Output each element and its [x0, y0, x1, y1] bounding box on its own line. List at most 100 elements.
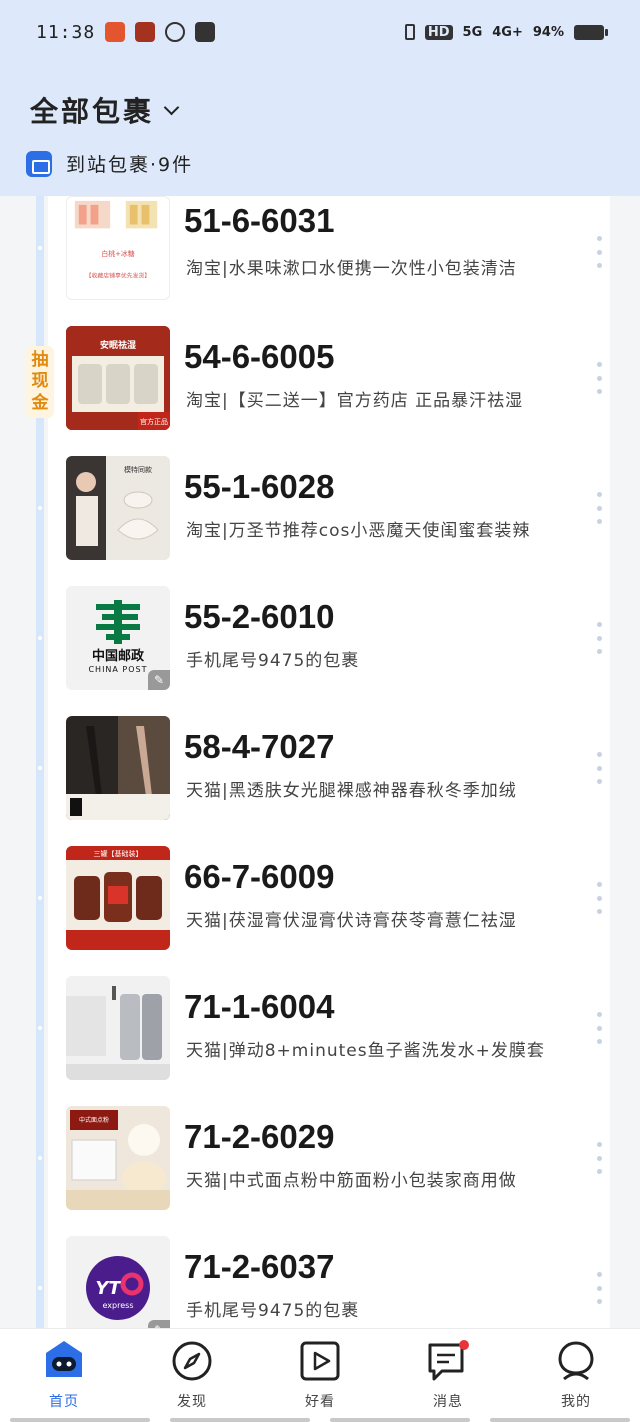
product-thumbnail: 模特同款 [66, 456, 170, 560]
edit-icon[interactable]: ✎ [148, 1320, 170, 1328]
more-icon[interactable] [596, 1012, 602, 1044]
stockings-product-image [66, 716, 170, 820]
compass-icon [172, 1341, 212, 1381]
thumb-caption: express [103, 1301, 134, 1310]
package-item[interactable]: 中式面点粉 71-2-6029 天猫|中式面点粉中筋面粉小包装家商用做 [48, 1106, 610, 1236]
product-thumbnail [66, 976, 170, 1080]
game-notification-icon [135, 22, 156, 42]
package-item[interactable]: 71-1-6004 天猫|弹动8+minutes鱼子酱洗发水+发膜套 [48, 976, 610, 1106]
timeline-dot [38, 1286, 42, 1290]
package-item[interactable]: 58-4-7027 天猫|黑透肤女光腿裸感神器春秋冬季加绒 [48, 716, 610, 846]
thumb-caption: 【收藏店铺享优先发货】 [86, 271, 151, 279]
nav-home[interactable]: 首页 [0, 1339, 128, 1411]
nav-profile-label: 我的 [561, 1394, 591, 1410]
draw-cash-badge[interactable]: 抽现金 [26, 346, 54, 418]
shampoo-product-image [66, 976, 170, 1080]
thumb-caption: CHINA POST [88, 665, 147, 674]
timeline-dot [38, 766, 42, 770]
costume-product-image: 模特同款 [66, 456, 170, 560]
pickup-code: 55-2-6010 [184, 598, 335, 635]
station-count-label: 到站包裹·9件 [66, 154, 194, 176]
nav-messages[interactable]: 消息 [384, 1339, 512, 1411]
status-time: 11:38 [36, 21, 96, 43]
more-icon[interactable] [596, 622, 602, 654]
more-icon[interactable] [596, 362, 602, 394]
weibo-icon [165, 22, 186, 42]
app-notification-icon [105, 22, 126, 42]
package-list-area[interactable]: 白桃+冰糖 【收藏店铺享优先发货】 51-6-6031 淘宝|水果味漱口水便携一… [0, 196, 640, 1328]
timeline-dot [38, 1156, 42, 1160]
5g-indicator: 5G [462, 24, 483, 40]
hd-indicator: HD [424, 24, 453, 40]
package-desc: 天猫|黑透肤女光腿裸感神器春秋冬季加绒 [186, 781, 517, 801]
thumb-caption: 三罐【基础装】 [94, 849, 143, 858]
yto-express-logo-icon: YT express [86, 1256, 150, 1320]
chevron-down-icon [163, 99, 180, 115]
battery-icon [574, 24, 608, 40]
more-icon[interactable] [596, 492, 602, 524]
thumb-caption: 白桃+冰糖 [101, 249, 134, 258]
message-icon [428, 1340, 469, 1381]
nav-watch-label: 好看 [305, 1394, 335, 1410]
package-item[interactable]: 模特同款 55-1-6028 淘宝|万圣节推荐cos小恶魔天使闺蜜套装辣 [48, 456, 610, 586]
more-icon[interactable] [596, 1272, 602, 1304]
edit-icon[interactable]: ✎ [148, 670, 170, 690]
station-icon [26, 150, 52, 177]
svg-text:YT: YT [95, 1278, 122, 1299]
header: 全部包裹 到站包裹·9件 [0, 64, 640, 196]
package-desc: 天猫|弹动8+minutes鱼子酱洗发水+发膜套 [186, 1041, 545, 1061]
timeline-dot [38, 246, 42, 250]
more-icon[interactable] [596, 882, 602, 914]
more-icon[interactable] [596, 752, 602, 784]
vibrate-icon [404, 24, 415, 40]
4g-indicator: 4G+ [492, 24, 523, 40]
more-icon[interactable] [596, 1142, 602, 1174]
package-filter-dropdown[interactable]: 全部包裹 [30, 90, 180, 130]
product-thumbnail [66, 716, 170, 820]
bottom-nav: 首页 发现 好看 消息 我的 [0, 1328, 640, 1422]
package-list: 白桃+冰糖 【收藏店铺享优先发货】 51-6-6031 淘宝|水果味漱口水便携一… [48, 196, 610, 1328]
package-item[interactable]: YT express ✎ 71-2-6037 手机尾号9475的包裹 [48, 1236, 610, 1328]
product-thumbnail: YT express ✎ [66, 1236, 170, 1328]
pickup-code: 71-2-6029 [184, 1118, 335, 1155]
herbal-jar-product-image: 安眠祛湿 官方正品 [66, 326, 170, 430]
flour-product-image: 中式面点粉 [66, 1106, 170, 1210]
more-icon[interactable] [596, 236, 602, 268]
battery-percent: 94% [532, 24, 564, 40]
thumb-caption: 模特同款 [124, 465, 152, 474]
product-thumbnail: 白桃+冰糖 【收藏店铺享优先发货】 [66, 196, 170, 300]
package-item[interactable]: 中国邮政 CHINA POST ✎ 55-2-6010 手机尾号9475的包裹 [48, 586, 610, 716]
timeline-dot [38, 636, 42, 640]
nav-discover[interactable]: 发现 [128, 1339, 256, 1411]
timeline-dot [38, 1026, 42, 1030]
taobao-icon [195, 22, 216, 42]
product-thumbnail: 安眠祛湿 官方正品 [66, 326, 170, 430]
package-item[interactable]: 白桃+冰糖 【收藏店铺享优先发货】 51-6-6031 淘宝|水果味漱口水便携一… [48, 196, 610, 332]
pickup-code: 55-1-6028 [184, 468, 335, 505]
product-thumbnail: 三罐【基础装】 [66, 846, 170, 950]
timeline-dot [38, 506, 42, 510]
package-item[interactable]: 三罐【基础装】 66-7-6009 天猫|茯湿膏伏湿膏伏诗膏茯苓膏薏仁祛湿 [48, 846, 610, 976]
pickup-code: 71-1-6004 [184, 988, 335, 1025]
package-item[interactable]: 安眠祛湿 官方正品 54-6-6005 淘宝|【买二送一】官方药店 正品暴汗祛湿 [48, 326, 610, 456]
home-indicator [0, 1418, 640, 1422]
status-bar: 11:38 HD 5G 4G+ 94% [0, 0, 640, 64]
nav-watch[interactable]: 好看 [256, 1339, 384, 1411]
pickup-code: 54-6-6005 [184, 338, 335, 375]
pickup-code: 58-4-7027 [184, 728, 335, 765]
profile-icon [558, 1341, 594, 1381]
product-thumbnail: 中式面点粉 [66, 1106, 170, 1210]
pickup-code: 51-6-6031 [184, 202, 335, 239]
nav-profile[interactable]: 我的 [512, 1339, 640, 1411]
product-thumbnail: 中国邮政 CHINA POST ✎ [66, 586, 170, 690]
package-desc: 手机尾号9475的包裹 [186, 651, 360, 671]
package-desc: 淘宝|万圣节推荐cos小恶魔天使闺蜜套装辣 [186, 521, 531, 541]
timeline-dot [38, 896, 42, 900]
package-desc: 天猫|中式面点粉中筋面粉小包装家商用做 [186, 1171, 517, 1191]
thumb-caption: 安眠祛湿 [100, 339, 136, 351]
package-desc: 淘宝|水果味漱口水便携一次性小包装清洁 [186, 259, 517, 279]
nav-discover-label: 发现 [177, 1394, 207, 1410]
mouthwash-product-image: 白桃+冰糖 【收藏店铺享优先发货】 [74, 200, 158, 279]
nav-messages-label: 消息 [433, 1394, 463, 1410]
notification-dot [459, 1340, 469, 1350]
